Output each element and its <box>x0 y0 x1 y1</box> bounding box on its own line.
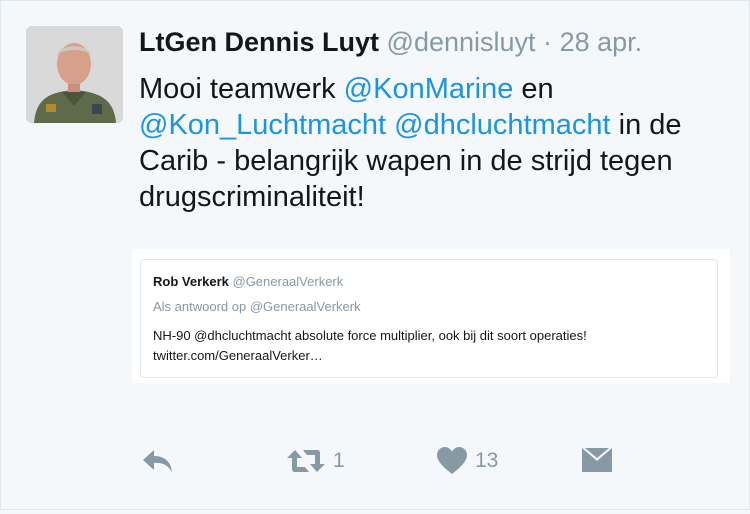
mention-link[interactable]: @KonMarine <box>344 73 514 105</box>
avatar[interactable] <box>26 26 123 123</box>
quote-header: Rob Verkerk @GeneraalVerkerk <box>153 274 343 289</box>
tweet-text-part: Mooi teamwerk <box>139 73 344 105</box>
like-button[interactable]: 13 <box>437 441 498 481</box>
direct-message-button[interactable] <box>582 441 612 481</box>
reply-button[interactable] <box>142 441 174 481</box>
author-name[interactable]: LtGen Dennis Luyt <box>139 27 379 57</box>
quote-author-name: Rob Verkerk <box>153 274 229 289</box>
author-handle[interactable]: @dennisluyt <box>387 27 536 57</box>
quote-author-handle: @GeneraalVerkerk <box>232 274 344 289</box>
quote-text: NH-90 @dhcluchtmacht absolute force mult… <box>153 328 587 363</box>
quote-reply-context: Als antwoord op @GeneraalVerkerk <box>153 299 361 314</box>
avatar-image <box>26 26 123 123</box>
heart-icon <box>437 447 467 474</box>
retweet-count: 1 <box>333 449 345 472</box>
tweet-text: Mooi teamwerk @KonMarine en @Kon_Luchtma… <box>139 71 699 215</box>
mention-link[interactable]: @dhcluchtmacht <box>394 109 610 141</box>
quote-tweet[interactable]: Rob Verkerk @GeneraalVerkerk Als antwoor… <box>140 259 718 378</box>
mention-link[interactable]: @Kon_Luchtmacht <box>139 109 386 141</box>
separator-dot: · <box>543 27 553 57</box>
quote-tweet-container: Rob Verkerk @GeneraalVerkerk Als antwoor… <box>132 249 730 383</box>
tweet-actions: 1 13 <box>1 441 750 481</box>
retweet-button[interactable]: 1 <box>287 441 345 481</box>
reply-icon <box>143 450 172 472</box>
like-count: 13 <box>475 449 499 472</box>
retweet-icon <box>287 450 325 472</box>
tweet-date[interactable]: 28 apr. <box>560 27 643 57</box>
envelope-icon <box>582 448 612 472</box>
tweet-card: LtGen Dennis Luyt @dennisluyt · 28 apr. … <box>0 0 750 510</box>
tweet-text-part: en <box>513 73 554 105</box>
tweet-text-part <box>386 109 394 141</box>
tweet-header: LtGen Dennis Luyt @dennisluyt · 28 apr. <box>139 25 642 59</box>
